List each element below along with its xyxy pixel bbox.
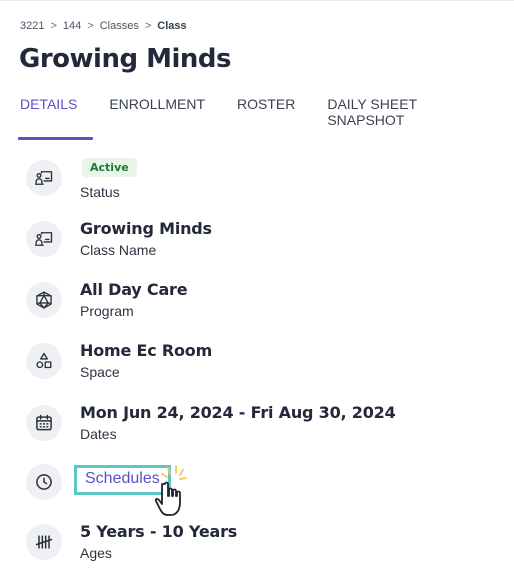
ages-value: 5 Years - 10 Years — [80, 522, 238, 541]
detail-row-status: Active Status — [26, 158, 137, 201]
page-title: Growing Minds — [19, 44, 232, 74]
class-name-value: Growing Minds — [80, 219, 212, 238]
breadcrumb-item-classes[interactable]: Classes — [100, 20, 139, 32]
dates-value: Mon Jun 24, 2024 - Fri Aug 30, 2024 — [80, 403, 396, 422]
hand-pointer-cursor-icon — [154, 465, 187, 516]
breadcrumb-item-1[interactable]: 3221 — [20, 20, 44, 32]
breadcrumb-item-current: Class — [157, 20, 187, 32]
tab-enrollment[interactable]: ENROLLMENT — [109, 96, 205, 140]
space-label: Space — [80, 364, 120, 380]
ages-label: Ages — [80, 545, 112, 561]
tab-details[interactable]: DETAILS — [17, 96, 94, 140]
space-value: Home Ec Room — [80, 341, 213, 360]
breadcrumb-separator: > — [50, 20, 57, 32]
tab-bar: DETAILS ENROLLMENT ROSTER DAILY SHEET SN… — [17, 96, 514, 140]
polyhedron-icon — [26, 282, 62, 318]
breadcrumb-separator: > — [144, 20, 152, 32]
detail-row-space: Home Ec Room Space — [26, 341, 212, 381]
tab-roster[interactable]: ROSTER — [237, 96, 295, 140]
top-border — [0, 0, 514, 1]
program-value: All Day Care — [80, 280, 188, 299]
detail-row-class-name: Growing Minds Class Name — [26, 219, 212, 259]
detail-row-program: All Day Care Program — [26, 280, 188, 320]
program-label: Program — [80, 303, 134, 319]
class-name-label: Class Name — [80, 242, 157, 258]
breadcrumb-item-2[interactable]: 144 — [63, 20, 81, 32]
calendar-icon — [26, 405, 62, 441]
classroom-icon — [26, 221, 62, 257]
detail-row-dates: Mon Jun 24, 2024 - Fri Aug 30, 2024 Date… — [26, 403, 396, 443]
status-badge: Active — [82, 158, 137, 177]
status-label: Status — [80, 184, 120, 200]
dates-label: Dates — [80, 426, 117, 442]
breadcrumb: 3221 > 144 > Classes > Class — [20, 20, 187, 32]
breadcrumb-separator: > — [87, 20, 94, 32]
shapes-icon — [26, 343, 62, 379]
detail-row-ages: 5 Years - 10 Years Ages — [26, 522, 237, 562]
classroom-icon — [26, 160, 62, 196]
tally-icon — [26, 524, 62, 560]
clock-icon — [26, 464, 62, 500]
tab-daily-sheet-snapshot[interactable]: DAILY SHEET SNAPSHOT — [327, 96, 482, 140]
